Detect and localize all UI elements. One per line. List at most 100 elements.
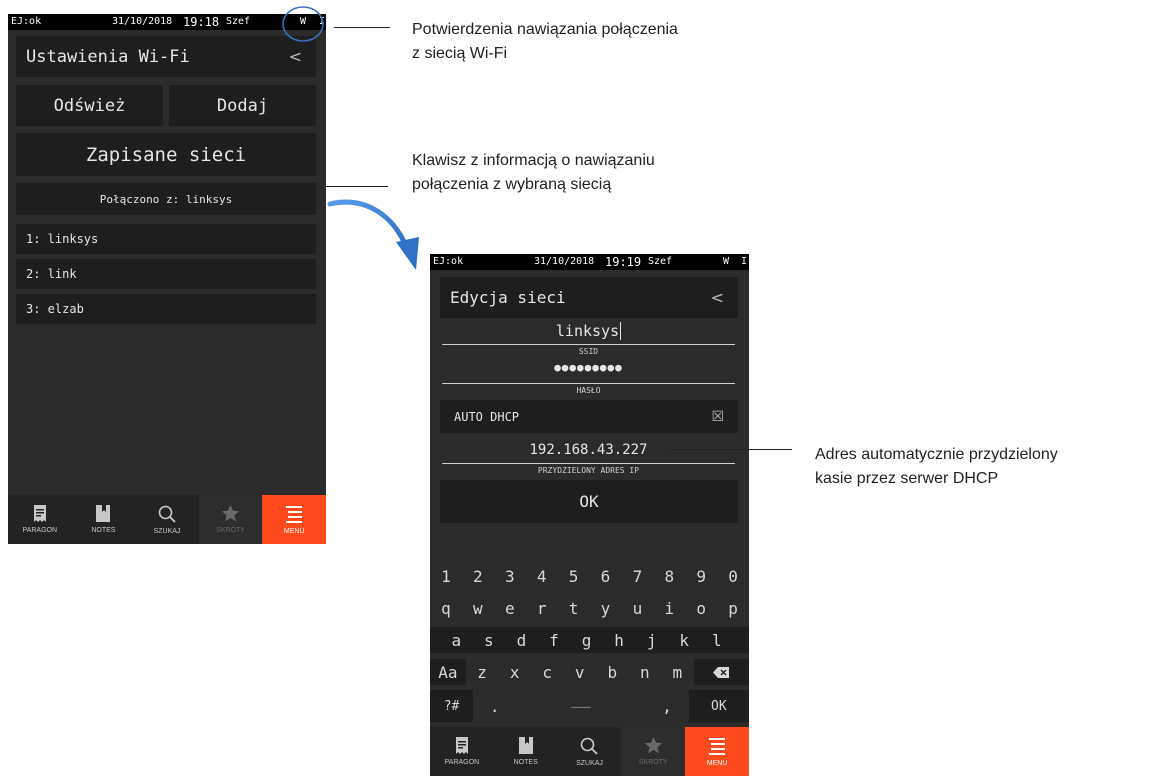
key[interactable]: o <box>685 595 717 621</box>
key[interactable]: d <box>505 627 538 653</box>
checkbox-checked-icon[interactable]: ☒ <box>711 409 724 425</box>
nav-paragon[interactable]: PARAGON <box>8 495 72 544</box>
keyboard-row-zxcv: Aa z x c v b n m <box>430 659 749 685</box>
ej-status: EJ:ok <box>433 256 464 267</box>
nav-menu[interactable]: MENU <box>262 495 326 544</box>
key[interactable]: m <box>661 659 694 685</box>
key[interactable]: w <box>462 595 494 621</box>
key[interactable]: j <box>635 627 668 653</box>
key[interactable]: n <box>629 659 662 685</box>
key[interactable]: h <box>603 627 636 653</box>
receipt-icon <box>455 737 468 754</box>
nav-szukaj[interactable]: SZUKAJ <box>135 495 199 544</box>
nav-label: MENU <box>283 527 305 535</box>
status-date: 31/10/2018 <box>534 256 595 267</box>
key[interactable]: 3 <box>494 563 526 589</box>
key[interactable]: i <box>653 595 685 621</box>
status-date: 31/10/2018 <box>112 16 173 27</box>
network-item-3[interactable]: 3: elzab <box>16 294 316 324</box>
nav-label: SZUKAJ <box>576 759 603 767</box>
menu-icon <box>709 737 726 755</box>
callout-text-dhcp: Adres automatycznie przydzielony kasie p… <box>815 443 1058 491</box>
key[interactable]: e <box>494 595 526 621</box>
nav-notes[interactable]: NOTES <box>72 495 136 544</box>
ok-button[interactable]: OK <box>440 480 738 523</box>
key[interactable]: k <box>668 627 701 653</box>
status-time: 19:18 <box>183 15 220 29</box>
back-chevron-icon[interactable]: < <box>711 288 724 307</box>
status-bar: EJ:ok 31/10/2018 19:18 Szef W I <box>8 14 326 30</box>
key[interactable]: t <box>558 595 590 621</box>
add-button[interactable]: Dodaj <box>169 85 316 126</box>
network-item-1[interactable]: 1: linksys <box>16 224 316 254</box>
dot-key[interactable]: . <box>473 690 516 722</box>
key[interactable]: 0 <box>717 563 749 589</box>
network-item-2[interactable]: 2: link <box>16 259 316 289</box>
ej-status: EJ:ok <box>11 16 42 27</box>
nav-menu[interactable]: MENU <box>685 727 749 776</box>
wifi-highlight-circle <box>282 6 324 42</box>
symbols-key[interactable]: ?# <box>430 690 474 722</box>
backspace-key[interactable] <box>693 659 749 685</box>
callout-line-wifi <box>334 27 390 28</box>
nav-skroty[interactable]: SKRÓTY <box>198 495 263 544</box>
key[interactable]: q <box>430 595 462 621</box>
connected-status-button[interactable]: Połączono z: linksys <box>16 183 316 215</box>
key[interactable]: u <box>621 595 653 621</box>
saved-networks-button[interactable]: Zapisane sieci <box>16 133 316 176</box>
shift-key[interactable]: Aa <box>430 659 466 685</box>
back-chevron-icon[interactable]: < <box>289 47 302 66</box>
status-bar: EJ:ok 31/10/2018 19:19 Szef W I <box>430 254 749 270</box>
callout-text-wifi: Potwierdzenia nawiązania połączenia z si… <box>412 18 678 66</box>
key[interactable]: 1 <box>430 563 462 589</box>
password-input[interactable]: ●●●●●●●●● <box>442 361 735 381</box>
key[interactable]: g <box>570 627 603 653</box>
page-title: Ustawienia Wi-Fi <box>26 46 190 67</box>
status-user: Szef <box>648 256 673 267</box>
keyboard-ok-key[interactable]: OK <box>688 690 749 722</box>
nav-notes[interactable]: NOTES <box>494 727 558 776</box>
key[interactable]: 2 <box>462 563 494 589</box>
callout-text-button: Klawisz z informacją o nawiązaniu połącz… <box>412 149 655 197</box>
refresh-button[interactable]: Odśwież <box>16 85 163 126</box>
key[interactable]: x <box>498 659 531 685</box>
callout-line-dhcp <box>668 449 792 450</box>
key[interactable]: 7 <box>621 563 653 589</box>
nav-szukaj[interactable]: SZUKAJ <box>558 727 622 776</box>
header-bar: Ustawienia Wi-Fi < <box>16 36 316 77</box>
auto-dhcp-label: AUTO DHCP <box>454 409 520 424</box>
comma-key[interactable]: , <box>646 690 689 722</box>
nav-skroty[interactable]: SKRÓTY <box>621 727 686 776</box>
key[interactable]: c <box>531 659 564 685</box>
key[interactable]: 8 <box>653 563 685 589</box>
auto-dhcp-toggle[interactable]: AUTO DHCP ☒ <box>440 400 738 433</box>
keyboard-row-bottom: ?# . ――― , OK <box>430 690 749 722</box>
key[interactable]: r <box>526 595 558 621</box>
nav-label: NOTES <box>91 527 116 534</box>
key[interactable]: f <box>538 627 571 653</box>
key[interactable]: 9 <box>685 563 717 589</box>
star-icon <box>222 505 240 522</box>
search-icon <box>581 737 599 755</box>
notebook-icon <box>518 737 533 754</box>
key[interactable]: a <box>440 627 473 653</box>
ssid-input[interactable]: linksys <box>442 322 735 344</box>
status-time: 19:19 <box>605 255 642 269</box>
keyboard-row-qwerty: q w e r t y u i o p <box>430 595 749 621</box>
key[interactable]: 6 <box>590 563 622 589</box>
nav-label: SKRÓTY <box>638 759 668 766</box>
key[interactable]: l <box>701 627 734 653</box>
nav-label: SKRÓTY <box>216 527 245 534</box>
key[interactable]: y <box>590 595 622 621</box>
callout-line: połączenia z wybraną siecią <box>412 176 612 193</box>
key[interactable]: v <box>563 659 596 685</box>
space-key[interactable]: ――― <box>516 690 645 722</box>
key[interactable]: z <box>466 659 499 685</box>
key[interactable]: 5 <box>558 563 590 589</box>
key[interactable]: b <box>596 659 629 685</box>
key[interactable]: p <box>717 595 749 621</box>
key[interactable]: 4 <box>526 563 558 589</box>
key[interactable]: s <box>473 627 506 653</box>
nav-paragon[interactable]: PARAGON <box>430 727 494 776</box>
ssid-underline <box>442 344 735 345</box>
